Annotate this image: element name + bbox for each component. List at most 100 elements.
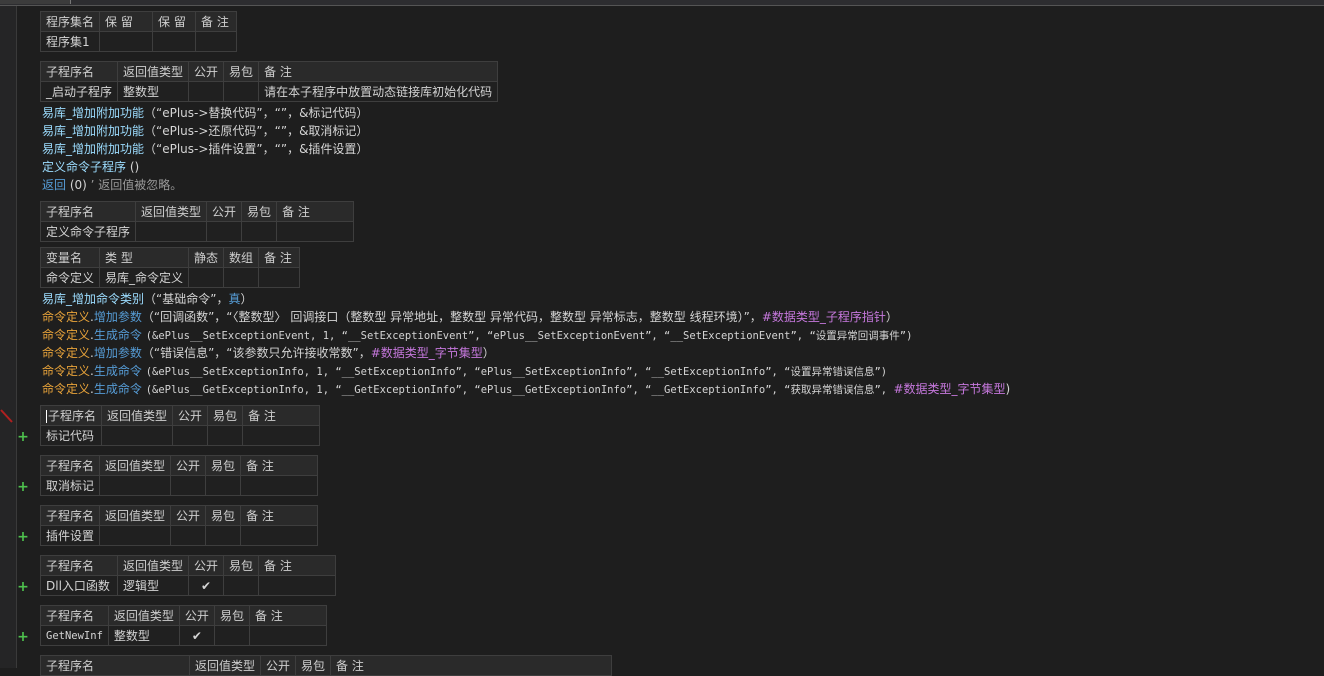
remark-cell[interactable] [242,425,321,446]
sub-name-cell[interactable]: _启动子程序 [39,81,119,102]
col-sub-name: 子程序名 [40,555,118,576]
public-check-icon[interactable]: ✔ [178,625,215,646]
public-cell[interactable] [206,221,243,242]
return-type-cell[interactable]: 逻辑型 [116,575,190,596]
return-type-cell[interactable] [99,475,172,496]
code-line[interactable]: 命令定义.生成命令 (&ePlus__SetExceptionEvent, 1,… [42,326,912,344]
sub-name-cell[interactable]: 标记代码 [39,425,103,446]
col-sub-name: 子程序名 [39,455,101,476]
epkg-cell[interactable] [205,525,242,546]
code-line[interactable]: 命令定义.增加参数（“回调函数”，“〈整数型〉 回调接口（整数型 异常地址，整数… [42,308,898,326]
editor-tab[interactable] [0,0,71,4]
col-epkg: 易包 [213,605,250,626]
col-sub-name: 子程序名 [39,61,119,82]
code-line[interactable]: 易库_增加附加功能（“ePlus->还原代码”，“”，&取消标记） [42,122,368,140]
editor-gutter [0,6,17,668]
col-public: 公开 [172,405,209,426]
col-epkg: 易包 [207,405,244,426]
col-remark: 备 注 [242,405,321,426]
remark-cell[interactable] [195,31,238,52]
code-line[interactable]: 命令定义.生成命令 (&ePlus__SetExceptionInfo, 1, … [42,362,887,380]
public-cell[interactable] [172,425,209,446]
col-var-type: 类 型 [99,247,190,268]
code-line[interactable]: 易库_增加命令类别（“基础命令”，真） [42,290,252,308]
col-return-type: 返回值类型 [99,505,172,526]
array-cell[interactable] [223,267,260,288]
expand-icon[interactable]: + [16,480,30,494]
col-remark: 备 注 [240,505,319,526]
col-return-type: 返回值类型 [116,555,190,576]
col-return-type: 返回值类型 [101,405,174,426]
col-remark: 备 注 [195,11,238,32]
remark-cell[interactable] [240,475,319,496]
var-name-cell[interactable]: 命令定义 [39,267,101,288]
public-cell[interactable] [170,525,207,546]
return-type-cell[interactable] [99,525,172,546]
static-cell[interactable] [188,267,225,288]
return-type-cell[interactable]: 整数型 [117,81,190,102]
define-sub-table: 子程序名 返回值类型 公开 易包 备 注 定义命令子程序 [39,201,355,242]
code-line[interactable]: 命令定义.增加参数（“错误信息”，“该参数只允许接收常数”，#数据类型_字节集型… [42,344,495,362]
var-type-cell[interactable]: 易库_命令定义 [99,267,190,288]
col-remark: 备 注 [276,201,355,222]
col-return-type: 返回值类型 [117,61,190,82]
assembly-table: 程序集名 保 留 保 留 备 注 程序集1 [39,11,238,52]
col-public: 公开 [188,61,225,82]
reserved-cell-2[interactable] [152,31,197,52]
sub-name-cell[interactable]: 取消标记 [39,475,101,496]
public-check-icon[interactable]: ✔ [188,575,225,596]
expand-icon[interactable]: + [16,430,30,444]
col-remark: 备 注 [258,555,337,576]
epkg-cell[interactable] [223,575,260,596]
col-public: 公开 [206,201,243,222]
reserved-cell-1[interactable] [99,31,154,52]
col-epkg: 易包 [223,555,260,576]
return-type-cell[interactable] [135,221,208,242]
return-line[interactable]: 返回 (0) ’ 返回值被忽略。 [42,176,182,194]
epkg-cell[interactable] [213,625,250,646]
code-line[interactable]: 易库_增加附加功能（“ePlus->替换代码”，“”，&标记代码） [42,104,368,122]
code-line[interactable]: 定义命令子程序 () [42,158,139,176]
col-return-type: 返回值类型 [99,455,172,476]
remark-cell[interactable] [248,625,327,646]
col-reserved-1: 保 留 [99,11,154,32]
remark-cell[interactable] [240,525,319,546]
col-sub-name: 子程序名 [40,655,190,676]
col-sub-name: 子程序名 [39,505,101,526]
remark-cell[interactable] [258,575,337,596]
code-line[interactable]: 易库_增加附加功能（“ePlus->插件设置”，“”，&插件设置） [42,140,368,158]
remark-cell[interactable]: 请在本子程序中放置动态链接库初始化代码 [258,81,499,102]
variable-table: 变量名 类 型 静态 数组 备 注 命令定义 易库_命令定义 [39,247,301,288]
text-cursor [46,409,47,423]
sub-name-cell[interactable]: 插件设置 [39,525,101,546]
col-assembly-name: 程序集名 [39,11,101,32]
sub-table-getnewinf: 子程序名 返回值类型 公开 易包 备 注 GetNewInf 整数型 ✔ [40,605,327,646]
sub-table-mark-code: 子程序名 返回值类型 公开 易包 备 注 标记代码 [39,405,321,446]
sub-name-cell[interactable]: Dll入口函数 [40,575,118,596]
epkg-cell[interactable] [207,425,244,446]
epkg-cell[interactable] [205,475,242,496]
code-line[interactable]: 命令定义.生成命令 (&ePlus__GetExceptionInfo, 1, … [42,380,1010,398]
remark-cell[interactable] [258,267,301,288]
sub-name-cell[interactable]: GetNewInf [40,625,109,646]
col-return-type: 返回值类型 [188,655,262,676]
expand-icon[interactable]: + [16,580,30,594]
expand-icon[interactable]: + [16,530,30,544]
return-type-cell[interactable]: 整数型 [107,625,180,646]
assembly-name-cell[interactable]: 程序集1 [39,31,101,52]
startup-sub-table: 子程序名 返回值类型 公开 易包 备 注 _启动子程序 整数型 请在本子程序中放… [39,61,499,102]
public-cell[interactable] [170,475,207,496]
remark-cell[interactable] [276,221,355,242]
col-remark: 备 注 [330,655,613,676]
expand-icon[interactable]: + [16,630,30,644]
col-public: 公开 [260,655,297,676]
sub-table-partial: 子程序名 返回值类型 公开 易包 备 注 [40,655,613,676]
sub-name-cell[interactable]: 定义命令子程序 [39,221,137,242]
epkg-cell[interactable] [241,221,278,242]
public-cell[interactable] [188,81,225,102]
col-public: 公开 [178,605,215,626]
return-type-cell[interactable] [101,425,174,446]
col-sub-name: 子程序名 [39,405,103,426]
epkg-cell[interactable] [223,81,260,102]
sub-table-cancel-mark: 子程序名 返回值类型 公开 易包 备 注 取消标记 [39,455,319,496]
